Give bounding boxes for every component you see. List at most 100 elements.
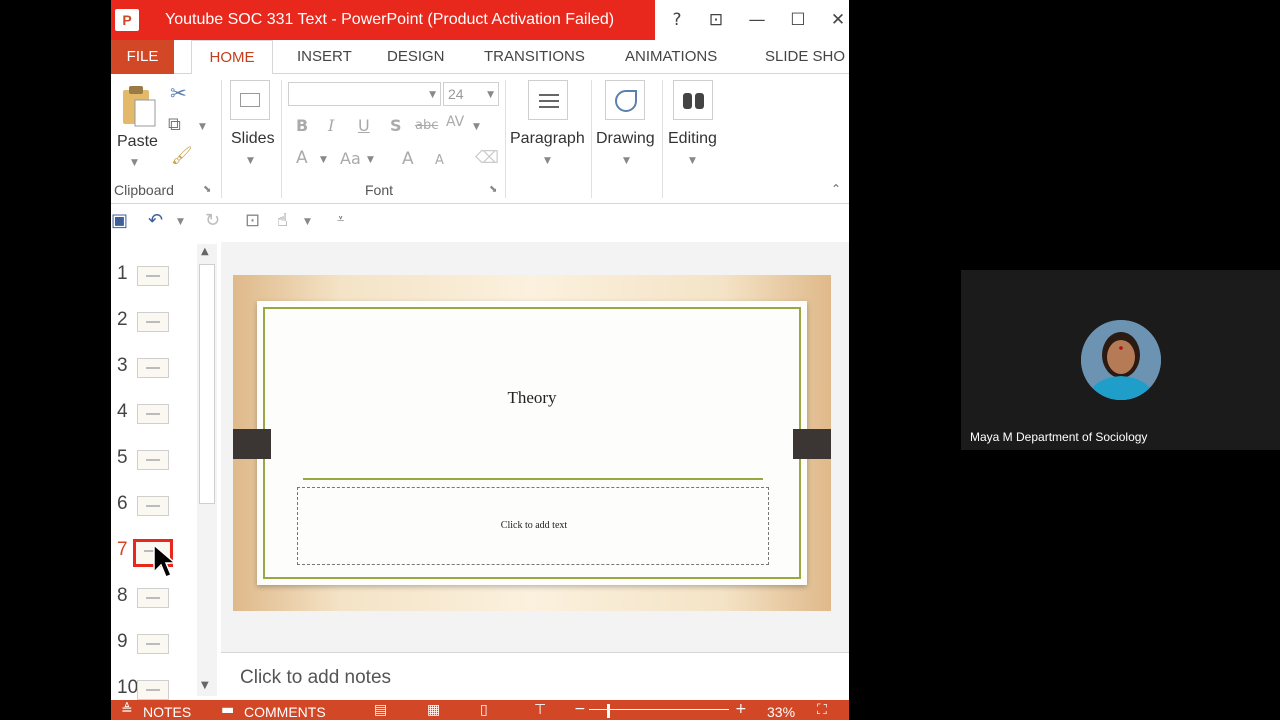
ribbon-display-icon[interactable]: ⊡ [703,8,729,32]
powerpoint-window: P Youtube SOC 331 Text - PowerPoint (Pro… [111,0,849,720]
grow-font-button[interactable]: A [402,149,414,169]
zoom-slider-thumb[interactable] [607,704,610,718]
participant-avatar [1081,320,1161,400]
font-size-dropdown[interactable]: 24 ▼ [443,82,499,106]
reading-view-icon[interactable]: ▯ [480,702,488,718]
scrollbar-thumb[interactable] [199,264,215,504]
cut-icon[interactable]: ✂ [170,81,187,105]
slide-sorter-icon[interactable]: ▦ [427,702,440,718]
bold-button[interactable]: B [296,116,308,135]
thumbnail-number: 8 [117,585,128,606]
drawing-icon[interactable] [605,80,645,120]
shrink-font-button[interactable]: A [435,153,444,168]
clear-formatting-icon[interactable]: ⌫ [475,148,499,168]
status-bar: ≜ NOTES ▬ COMMENTS ▤ ▦ ▯ ⊤ − + 33% ⛶ [111,700,849,720]
tab-insert[interactable]: INSERT [297,40,352,74]
slide-thumbnail[interactable] [137,312,169,332]
spacing-chevron-icon[interactable]: ▼ [473,122,480,132]
paste-icon[interactable] [119,84,159,128]
undo-icon[interactable]: ↶ [148,210,163,231]
case-chevron-icon[interactable]: ▼ [367,155,374,165]
comments-button[interactable]: COMMENTS [244,704,326,720]
copy-icon[interactable]: ⧉ [168,114,181,135]
collapse-ribbon-icon[interactable]: ⌃ [831,182,841,196]
editing-dropdown-icon[interactable]: ▼ [689,156,696,166]
touch-mode-icon[interactable]: ☝ [277,210,288,231]
slide-thumbnail[interactable] [137,404,169,424]
tab-slide-show[interactable]: SLIDE SHO [765,40,845,74]
tab-file[interactable]: FILE [111,40,174,74]
start-slideshow-icon[interactable]: ⊡ [245,210,260,231]
editor-scrollbar[interactable] [838,242,849,652]
strikethrough-button[interactable]: abc [415,118,438,133]
powerpoint-icon[interactable]: P [115,9,139,31]
editing-button[interactable]: Editing [668,130,717,148]
save-icon[interactable]: ▣ [111,210,128,231]
slide-thumbnail[interactable] [137,588,169,608]
slide-thumbnail[interactable] [137,496,169,516]
slide-thumbnail[interactable] [137,680,169,700]
tab-transitions[interactable]: TRANSITIONS [484,40,585,74]
format-painter-icon[interactable]: 🖌 [171,146,193,166]
participant-tile[interactable]: Maya M Department of Sociology [961,270,1280,450]
character-spacing-button[interactable]: AV [446,114,464,130]
zoom-level[interactable]: 33% [767,704,795,720]
notes-placeholder: Click to add notes [240,667,392,688]
close-icon[interactable]: ✕ [825,8,849,32]
notes-icon[interactable]: ≜ [121,702,133,718]
slide-clip-left [233,429,271,459]
slide-title[interactable]: Theory [233,388,831,408]
comments-icon[interactable]: ▬ [221,702,234,718]
slide-canvas[interactable]: Theory Click to add text [233,275,831,611]
slide-thumbnail[interactable] [137,266,169,286]
drawing-dropdown-icon[interactable]: ▼ [623,156,630,166]
fit-to-window-icon[interactable]: ⛶ [817,702,827,718]
touch-chevron-icon[interactable]: ▼ [304,217,311,227]
slide-thumbnail[interactable] [137,358,169,378]
clipboard-group-label: Clipboard [114,182,174,198]
scroll-up-icon[interactable]: ▲ [201,246,209,257]
redo-icon[interactable]: ↻ [205,210,220,231]
new-slide-icon[interactable] [230,80,270,120]
italic-button[interactable]: I [328,116,334,135]
slides-dropdown-icon[interactable]: ▼ [247,156,254,166]
subtitle-placeholder[interactable]: Click to add text [297,487,769,565]
font-color-button[interactable]: A [296,148,308,168]
clipboard-launcher-icon[interactable]: ⬊ [203,184,211,195]
tab-design[interactable]: DESIGN [387,40,445,74]
paragraph-dropdown-icon[interactable]: ▼ [544,156,551,166]
font-name-dropdown[interactable]: ▼ [288,82,441,106]
tab-home[interactable]: HOME [191,40,273,75]
maximize-icon[interactable]: ☐ [785,8,811,32]
font-size-chevron-icon: ▼ [487,90,494,100]
undo-chevron-icon[interactable]: ▼ [177,217,184,227]
minimize-icon[interactable]: — [744,8,770,32]
normal-view-icon[interactable]: ▤ [374,702,387,718]
notes-pane[interactable]: Click to add notes [221,652,849,700]
customize-qat-icon[interactable]: ⩡ [337,212,344,227]
paste-dropdown-icon[interactable]: ▼ [131,158,138,168]
notes-button[interactable]: NOTES [143,704,191,720]
zoom-out-icon[interactable]: − [574,701,586,717]
change-case-button[interactable]: Aa [340,149,361,168]
thumbnail-scrollbar[interactable]: ▲ ▼ [197,244,217,696]
scroll-down-icon[interactable]: ▼ [201,680,209,691]
help-icon[interactable]: ? [664,8,690,32]
copy-dropdown-icon[interactable]: ▼ [199,122,206,132]
slide-thumbnail[interactable] [137,634,169,654]
underline-button[interactable]: U [358,116,370,135]
slides-button[interactable]: Slides [231,130,275,148]
paste-button[interactable]: Paste [117,133,158,151]
tab-animations[interactable]: ANIMATIONS [625,40,717,74]
slide-thumbnail[interactable] [137,450,169,470]
font-launcher-icon[interactable]: ⬊ [489,184,497,195]
shadow-button[interactable]: S [390,116,402,135]
zoom-slider[interactable] [589,709,729,710]
binoculars-icon[interactable] [673,80,713,120]
slideshow-icon[interactable]: ⊤ [534,702,546,718]
zoom-in-icon[interactable]: + [735,701,747,717]
font-color-chevron-icon[interactable]: ▼ [320,155,327,165]
paragraph-button[interactable]: Paragraph [510,130,585,148]
paragraph-icon[interactable] [528,80,568,120]
drawing-button[interactable]: Drawing [596,130,655,148]
